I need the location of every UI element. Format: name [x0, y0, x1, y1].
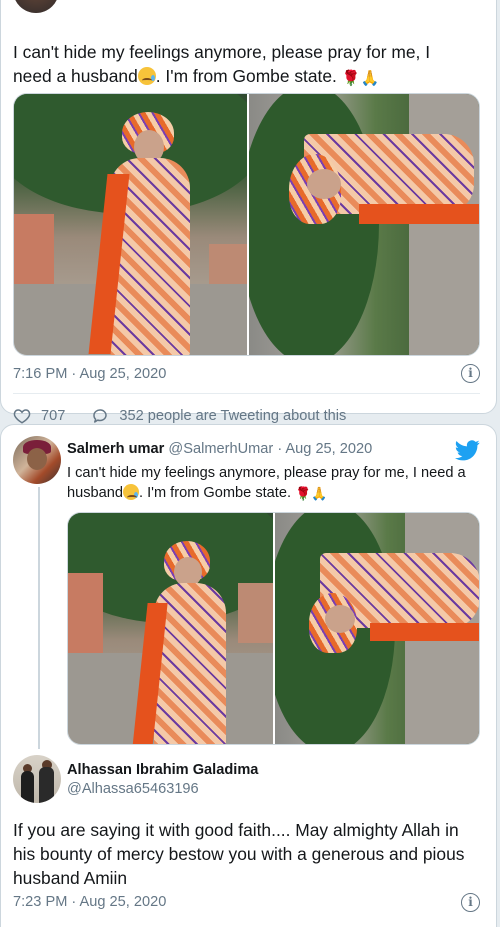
like-count[interactable]: 707 — [41, 408, 65, 424]
speech-bubble-icon[interactable] — [91, 407, 109, 425]
divider — [13, 393, 480, 394]
tweet-media[interactable] — [13, 93, 480, 356]
quoted-text-line2-rest: . I'm from Gombe state. — [139, 485, 292, 501]
crying-face-icon — [123, 484, 139, 500]
tweet-timestamp[interactable]: 7:16 PM · Aug 25, 2020 — [13, 366, 166, 382]
tweet-text-line1: I can't hide my feelings anymore, please… — [13, 42, 431, 62]
tweet-date[interactable]: · Aug 25, 2020 — [277, 441, 372, 457]
quoted-text-line1: I can't hide my feelings anymore, please… — [67, 465, 466, 481]
reply-text: If you are saying it with good faith....… — [13, 820, 465, 888]
info-icon[interactable]: i — [461, 893, 480, 912]
reply-user-name[interactable]: Alhassan Ibrahim Galadima — [67, 762, 258, 778]
info-icon[interactable]: i — [461, 364, 480, 383]
quoted-photo-2[interactable] — [275, 513, 479, 744]
tweeting-about-link[interactable]: 352 people are Tweeting about this — [119, 408, 346, 424]
tweet-text-line2-rest: . I'm from Gombe state. — [155, 66, 337, 86]
tweet-photo-1[interactable] — [14, 94, 247, 355]
tweet-photo-2[interactable] — [249, 94, 479, 355]
tweet-text: I can't hide my feelings anymore, please… — [13, 40, 483, 91]
quoted-tweet-text: I can't hide my feelings anymore, please… — [67, 463, 482, 504]
user-handle[interactable]: @SalmerhUmar — [168, 441, 273, 457]
reply-user-handle[interactable]: @Alhassa65463196 — [67, 781, 199, 797]
folded-hands-icon: 🙏 — [360, 70, 380, 87]
rose-icon: 🌹 — [295, 486, 312, 501]
quoted-tweet-media[interactable] — [67, 512, 480, 745]
crying-face-icon — [137, 67, 156, 85]
quoted-photo-1[interactable] — [68, 513, 273, 744]
avatar[interactable] — [13, 436, 61, 484]
heart-icon[interactable] — [13, 407, 31, 425]
quoted-text-line2: husband — [67, 485, 123, 501]
thread-line — [38, 487, 40, 749]
folded-hands-icon: 🙏 — [311, 486, 328, 501]
quoted-tweet-header: Salmerh umar @SalmerhUmar · Aug 25, 2020 — [67, 441, 372, 457]
rose-icon: 🌹 — [341, 70, 361, 87]
twitter-bird-icon[interactable] — [455, 440, 480, 461]
avatar[interactable] — [13, 755, 61, 803]
user-name[interactable]: Salmerh umar — [67, 441, 164, 457]
tweet-text-line2: need a husband — [13, 66, 138, 86]
avatar[interactable] — [13, 0, 59, 13]
reply-timestamp[interactable]: 7:23 PM · Aug 25, 2020 — [13, 894, 166, 910]
